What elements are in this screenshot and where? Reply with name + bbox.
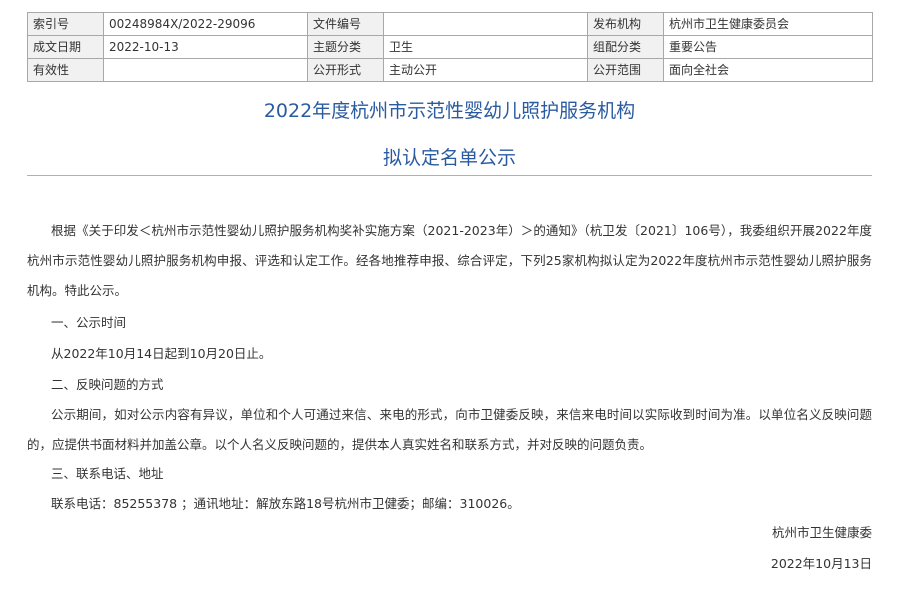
date-value: 2022-10-13 (104, 36, 308, 59)
index-value: 00248984X/2022-29096 (104, 13, 308, 36)
signature-date: 2022年10月13日 (771, 553, 872, 572)
validity-label: 有效性 (28, 59, 104, 82)
section2-heading: 二、反映问题的方式 (51, 374, 164, 393)
publisher-value: 杭州市卫生健康委员会 (664, 13, 873, 36)
section2-text: 公示期间，如对公示内容有异议，单位和个人可通过来信、来电的形式，向市卫健委反映，… (27, 400, 872, 460)
docnum-label: 文件编号 (308, 13, 384, 36)
topic-label: 主题分类 (308, 36, 384, 59)
section3-heading: 三、联系电话、地址 (51, 463, 164, 482)
signature-org: 杭州市卫生健康委 (772, 522, 872, 541)
validity-value (104, 59, 308, 82)
form-value: 主动公开 (384, 59, 588, 82)
metadata-row: 索引号 00248984X/2022-29096 文件编号 发布机构 杭州市卫生… (28, 13, 873, 36)
scope-value: 面向全社会 (664, 59, 873, 82)
intro-paragraph: 根据《关于印发＜杭州市示范性婴幼儿照护服务机构奖补实施方案（2021-2023年… (27, 216, 872, 306)
metadata-table: 索引号 00248984X/2022-29096 文件编号 发布机构 杭州市卫生… (27, 12, 873, 82)
form-label: 公开形式 (308, 59, 384, 82)
group-label: 组配分类 (588, 36, 664, 59)
metadata-row: 有效性 公开形式 主动公开 公开范围 面向全社会 (28, 59, 873, 82)
section1-text: 从2022年10月14日起到10月20日止。 (51, 343, 271, 362)
topic-value: 卫生 (384, 36, 588, 59)
date-label: 成文日期 (28, 36, 104, 59)
scope-label: 公开范围 (588, 59, 664, 82)
title-divider (27, 175, 872, 176)
section1-heading: 一、公示时间 (51, 312, 126, 331)
index-label: 索引号 (28, 13, 104, 36)
group-value: 重要公告 (664, 36, 873, 59)
section3-text: 联系电话：85255378 ；通讯地址：解放东路18号杭州市卫健委；邮编：310… (51, 493, 520, 512)
metadata-row: 成文日期 2022-10-13 主题分类 卫生 组配分类 重要公告 (28, 36, 873, 59)
docnum-value (384, 13, 588, 36)
page-title-line2: 拟认定名单公示 (27, 143, 872, 170)
page-title-line1: 2022年度杭州市示范性婴幼儿照护服务机构 (27, 96, 872, 123)
publisher-label: 发布机构 (588, 13, 664, 36)
